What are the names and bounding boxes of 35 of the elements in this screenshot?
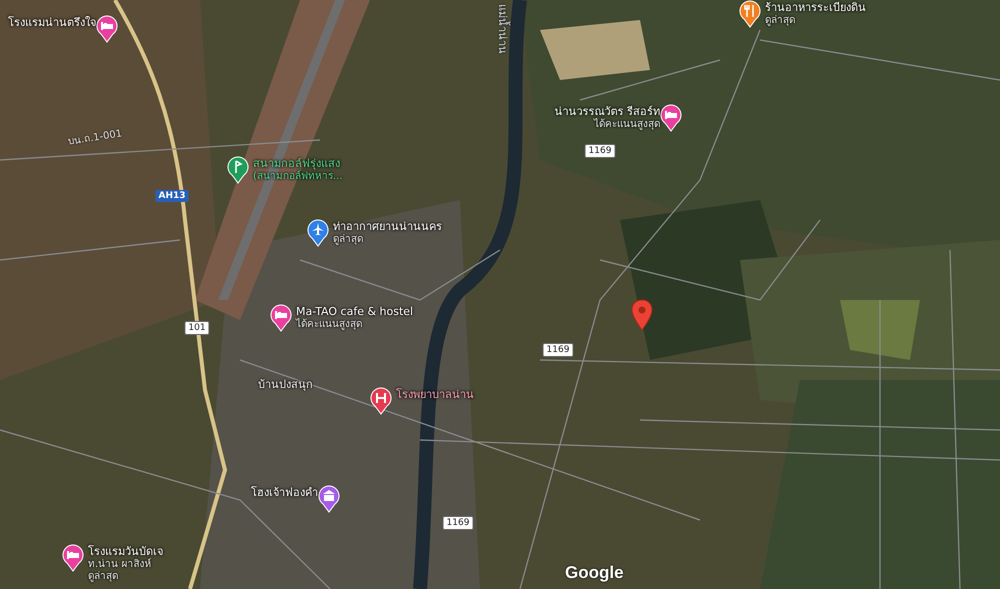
place-name[interactable]: โรงแรมวันบัดเจ bbox=[88, 545, 163, 559]
highway-shield: AH13 bbox=[155, 190, 189, 202]
river-label: แม่น้ำน่าน bbox=[495, 4, 512, 54]
place-name[interactable]: โรงแรมน่านตรึงใจ bbox=[8, 16, 96, 30]
road-label: บน.ถ.1-001 bbox=[66, 127, 124, 149]
place-name[interactable]: สนามกอล์ฟรุ่งแสง bbox=[253, 157, 342, 171]
place-name[interactable]: โฮงเจ้าฟองคำ bbox=[251, 486, 318, 500]
place-detail: ได้คะแนนสูงสุด bbox=[296, 319, 363, 331]
route-shield: 101 bbox=[184, 321, 210, 335]
place-detail: ท.น่าน ผาสิงห์ bbox=[88, 559, 152, 571]
place-detail: ดูล่าสุด bbox=[333, 234, 364, 246]
hotel-pin-icon[interactable] bbox=[660, 104, 682, 132]
place-detail: (สนามกอล์ฟทหาร... bbox=[253, 171, 342, 183]
place-name[interactable]: โรงพยาบาลน่าน bbox=[396, 388, 474, 402]
golf-pin-icon[interactable] bbox=[227, 156, 249, 184]
place-name[interactable]: น่านวรรณวัตร รีสอร์ท bbox=[554, 105, 660, 119]
google-logo: Google bbox=[565, 563, 624, 583]
hotel-pin-icon[interactable] bbox=[62, 544, 84, 572]
hospital-pin-icon[interactable] bbox=[370, 387, 392, 415]
place-detail: ได้คะแนนสูงสุด bbox=[594, 119, 660, 131]
hotel-pin-icon[interactable] bbox=[96, 15, 118, 43]
location-marker-icon[interactable] bbox=[631, 299, 653, 331]
airport-pin-icon[interactable] bbox=[307, 219, 329, 247]
museum-pin-icon[interactable] bbox=[318, 485, 340, 513]
route-shield: 1169 bbox=[542, 343, 574, 357]
route-shield: 1169 bbox=[584, 144, 616, 158]
place-detail: ดูล่าสุด bbox=[765, 15, 796, 27]
place-detail: ดูล่าสุด bbox=[88, 571, 119, 583]
place-name[interactable]: ท่าอากาศยานน่านนคร bbox=[333, 220, 442, 234]
place-name[interactable]: ร้านอาหารระเบียงดิน bbox=[765, 1, 866, 15]
restaurant-pin-icon[interactable] bbox=[739, 0, 761, 28]
area-label: บ้านปงสนุก bbox=[258, 377, 313, 393]
place-name[interactable]: Ma-TAO cafe & hostel bbox=[296, 305, 414, 319]
route-shield: 1169 bbox=[442, 516, 474, 530]
hotel-pin-icon[interactable] bbox=[270, 304, 292, 332]
